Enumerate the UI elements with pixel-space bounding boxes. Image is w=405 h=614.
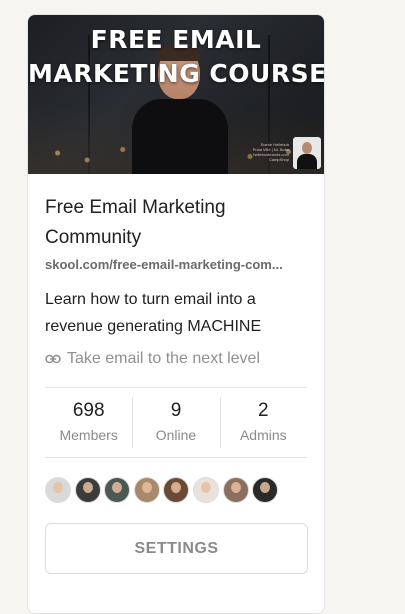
presenter-thumbnail	[293, 137, 321, 169]
group-link[interactable]: Take email to the next level	[45, 350, 307, 368]
stat-online-value: 9	[170, 400, 182, 421]
avatar[interactable]	[192, 477, 219, 503]
group-title[interactable]: Free Email Marketing Community	[45, 193, 307, 253]
member-avatars	[45, 476, 307, 504]
stat-admins-label: Admins	[239, 427, 287, 443]
avatar[interactable]	[163, 477, 190, 503]
group-stats: 698 Members 9 Online 2 Admins	[45, 387, 307, 458]
stat-admins[interactable]: 2 Admins	[219, 388, 307, 457]
stat-admins-value: 2	[258, 400, 269, 421]
group-link-text: Take email to the next level	[67, 350, 260, 367]
banner-title-line2: MARKETING COURSE	[28, 59, 324, 88]
stat-online[interactable]: 9 Online	[132, 388, 219, 457]
avatar[interactable]	[222, 477, 249, 503]
banner-small-print: Suede Hellebuh Praia Ville | NL Bobs hel…	[252, 142, 289, 162]
group-banner-image[interactable]: FREE EMAIL MARKETING COURSE Suede Helleb…	[28, 15, 324, 174]
avatar[interactable]	[133, 477, 160, 503]
group-url[interactable]: skool.com/free-email-marketing-com...	[45, 257, 307, 272]
settings-button[interactable]: SETTINGS	[45, 523, 308, 574]
avatar[interactable]	[252, 477, 279, 503]
stat-online-label: Online	[155, 427, 197, 443]
avatar[interactable]	[45, 477, 71, 503]
avatar[interactable]	[104, 477, 131, 503]
stat-members-label: Members	[59, 427, 118, 443]
group-card: FREE EMAIL MARKETING COURSE Suede Helleb…	[27, 14, 325, 614]
banner-title-line1: FREE EMAIL	[90, 25, 262, 54]
stat-members[interactable]: 698 Members	[45, 388, 132, 457]
link-icon	[45, 354, 61, 364]
avatar[interactable]	[74, 477, 101, 503]
stat-members-value: 698	[72, 400, 105, 421]
group-description: Learn how to turn email into a revenue g…	[45, 291, 262, 335]
